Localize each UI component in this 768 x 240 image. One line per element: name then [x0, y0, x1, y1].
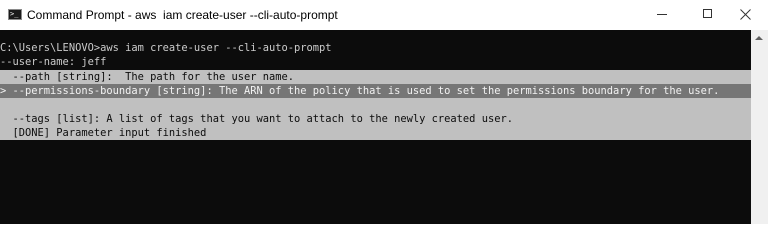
minimize-button[interactable]: [639, 0, 685, 30]
vertical-scrollbar[interactable]: [751, 30, 768, 224]
minimize-icon: [657, 14, 667, 15]
completion-item-permissions-boundary[interactable]: > --permissions-boundary [string]: The A…: [0, 84, 751, 98]
cmd-icon-prompt: >_: [10, 10, 19, 18]
completion-item-path[interactable]: --path [string]: The path for the user n…: [0, 70, 751, 84]
scroll-up-arrow-icon[interactable]: [755, 36, 763, 40]
console-line-command: C:\Users\LENOVO>aws iam create-user --cl…: [0, 42, 332, 54]
console-output[interactable]: C:\Users\LENOVO>aws iam create-user --cl…: [0, 30, 768, 224]
window-title: Command Prompt - aws iam create-user --c…: [27, 8, 338, 22]
completion-item-done[interactable]: [DONE] Parameter input finished: [0, 126, 751, 140]
console-line-user-name: --user-name: jeff: [0, 56, 107, 68]
completion-spacer: [0, 98, 751, 112]
maximize-icon: [703, 9, 712, 18]
close-icon: [740, 9, 751, 20]
cmd-icon: >_: [8, 9, 22, 20]
completion-item-tags[interactable]: --tags [list]: A list of tags that you w…: [0, 112, 751, 126]
title-bar[interactable]: >_ Command Prompt - aws iam create-user …: [0, 0, 768, 30]
close-button[interactable]: [722, 0, 768, 30]
